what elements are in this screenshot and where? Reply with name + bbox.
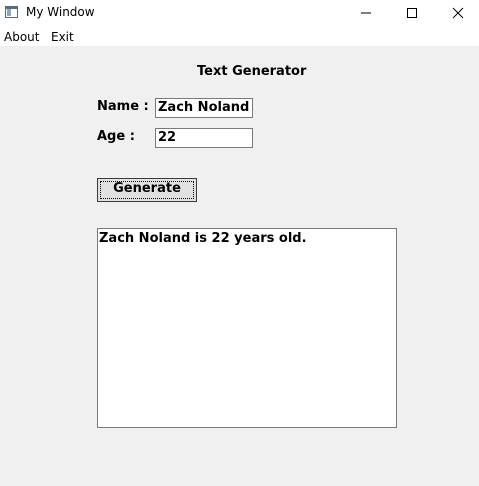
generate-button[interactable]: Generate: [97, 178, 197, 202]
menu-exit[interactable]: Exit: [51, 30, 74, 44]
window-title: My Window: [26, 5, 95, 19]
maximize-icon: [407, 8, 417, 18]
name-label: Name :: [97, 99, 149, 114]
app-window: My Window About Exit Text Generator Name…: [0, 0, 479, 486]
output-textarea[interactable]: Zach Noland is 22 years old.: [97, 228, 397, 428]
menu-bar: About Exit: [0, 26, 479, 46]
title-bar[interactable]: My Window: [0, 0, 479, 26]
maximize-button[interactable]: [389, 0, 435, 26]
app-window-icon: [5, 6, 18, 18]
minimize-button[interactable]: [343, 0, 389, 26]
close-icon: [452, 7, 464, 19]
generate-button-label: Generate: [113, 181, 181, 196]
minimize-icon: [361, 12, 371, 14]
menu-about[interactable]: About: [4, 30, 39, 44]
age-input[interactable]: 22: [155, 128, 253, 148]
age-label: Age :: [97, 129, 135, 144]
page-title: Text Generator: [197, 64, 307, 79]
name-input[interactable]: Zach Noland: [155, 98, 253, 118]
close-button[interactable]: [435, 0, 479, 26]
